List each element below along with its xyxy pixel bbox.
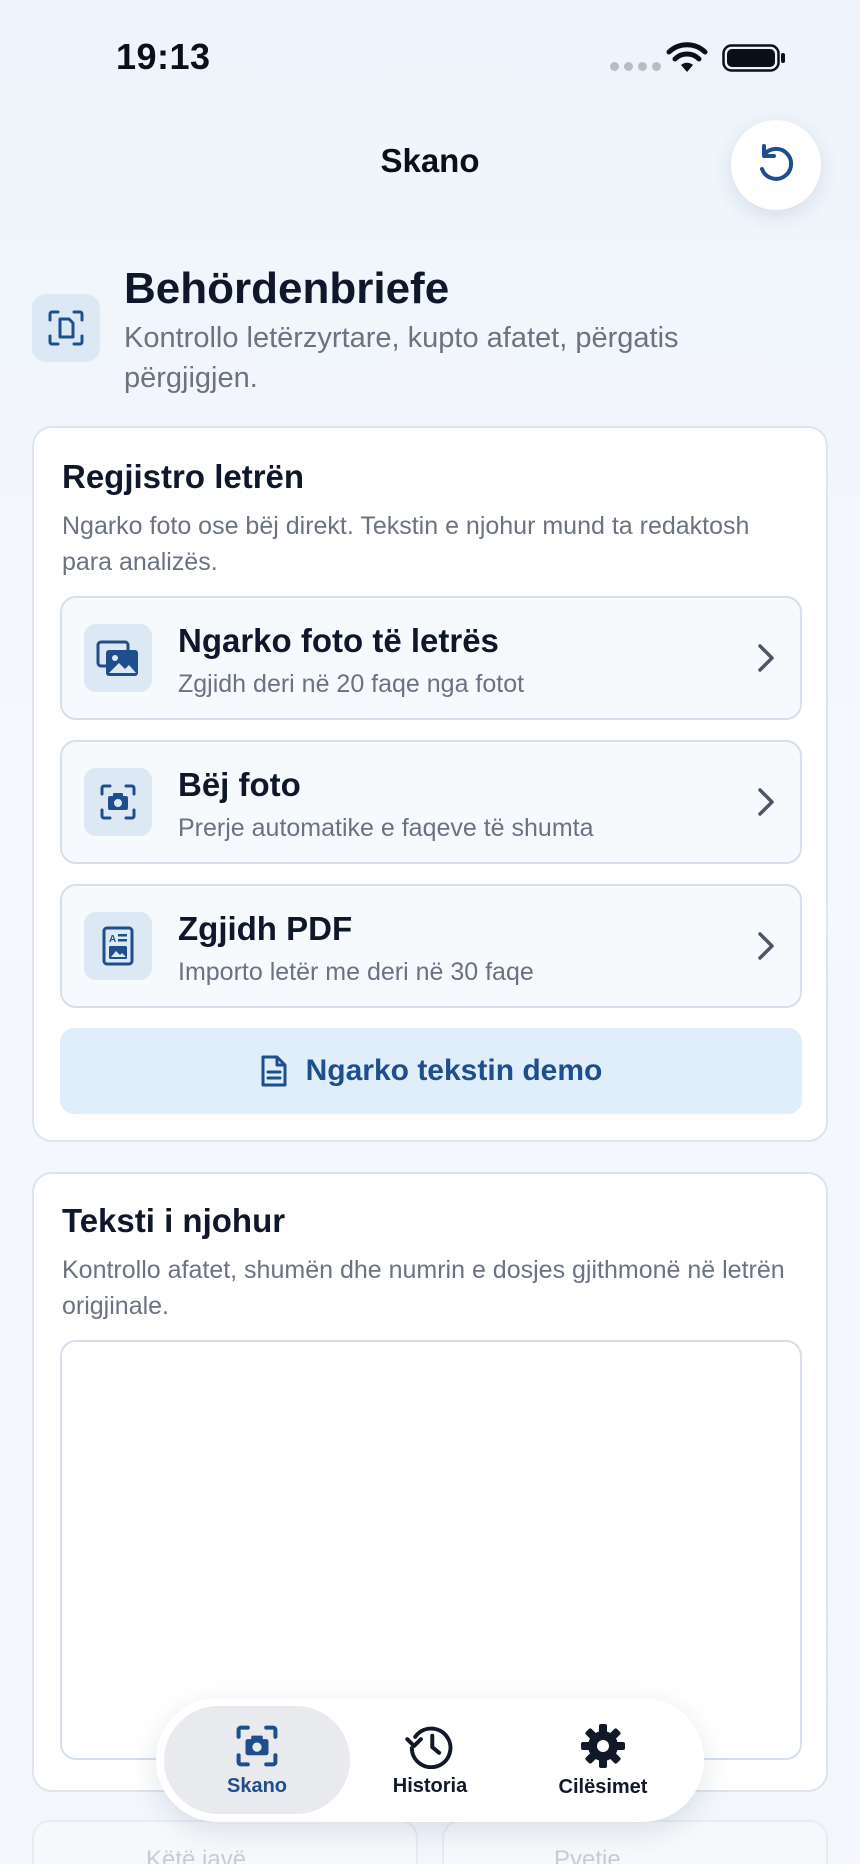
this-week-card: Këtë javë [32, 1820, 418, 1864]
gear-icon [581, 1723, 625, 1768]
recognized-text-area[interactable] [60, 1340, 802, 1760]
choose-pdf-option[interactable]: A Zgjidh PDF Importo letër me deri në 30… [60, 884, 802, 1008]
take-photo-option[interactable]: Bëj foto Prerje automatike e faqeve të s… [60, 740, 802, 864]
upload-card-description: Ngarko foto ose bëj direkt. Tekstin e nj… [62, 512, 750, 576]
camera-scan-icon [236, 1725, 278, 1766]
scan-screen: 19:13 Skano Behördenbriefe Kontrollo let… [0, 0, 860, 1864]
chevron-right-icon [758, 644, 774, 672]
text-card-title: Teksti i njohur [62, 1202, 286, 1239]
tab-label: Historia [392, 1774, 468, 1797]
tab-bar: Skano Historia Cilësimet [156, 1698, 704, 1822]
tab-label: Cilësimet [558, 1775, 648, 1798]
pdf-document-icon: A [84, 912, 152, 980]
rotate-ccw-icon [760, 144, 794, 181]
camera-scan-icon [84, 768, 152, 836]
chevron-right-icon [758, 932, 774, 960]
text-card-description: Kontrollo afatet, shumën dhe numrin e do… [62, 1256, 785, 1320]
battery-icon [722, 44, 785, 72]
history-clock-icon [405, 1726, 453, 1769]
svg-text:A: A [109, 934, 116, 945]
status-time: 19:13 [116, 36, 211, 77]
chevron-right-icon [758, 788, 774, 816]
option-title: Zgjidh PDF [178, 910, 353, 947]
page-title: Behördenbriefe [124, 264, 450, 313]
tab-settings[interactable]: Cilësimet [510, 1706, 696, 1814]
upload-card-title: Regjistro letrën [62, 458, 305, 495]
tab-label: Skano [226, 1774, 288, 1797]
upload-card: Regjistro letrën Ngarko foto ose bëj dir… [32, 426, 828, 1142]
demo-button-label: Ngarko tekstin demo [305, 1054, 603, 1087]
load-demo-text-button[interactable]: Ngarko tekstin demo [60, 1028, 802, 1114]
option-subtitle: Importo letër me deri në 30 faqe [178, 958, 534, 986]
questions-card: Pyetje [442, 1820, 828, 1864]
this-week-label: Këtë javë [146, 1846, 247, 1864]
questions-label: Pyetje [554, 1846, 621, 1864]
wifi-icon [666, 42, 708, 72]
photo-stack-icon [84, 624, 152, 692]
tab-scan[interactable]: Skano [164, 1706, 350, 1814]
document-scan-icon [32, 294, 100, 362]
option-title: Bëj foto [178, 766, 301, 803]
reset-button[interactable] [731, 120, 821, 210]
status-bar: 19:13 [0, 0, 860, 110]
document-icon [261, 1055, 287, 1087]
tab-history[interactable]: Historia [337, 1706, 523, 1814]
option-subtitle: Prerje automatike e faqeve të shumta [178, 814, 594, 842]
upload-photo-option[interactable]: Ngarko foto të letrës Zgjidh deri në 20 … [60, 596, 802, 720]
option-title: Ngarko foto të letrës [178, 622, 499, 659]
cellular-signal-icon [610, 62, 661, 71]
option-subtitle: Zgjidh deri në 20 faqe nga fotot [178, 670, 525, 698]
page-subtitle: Kontrollo letërzyrtare, kupto afatet, pë… [124, 322, 679, 394]
